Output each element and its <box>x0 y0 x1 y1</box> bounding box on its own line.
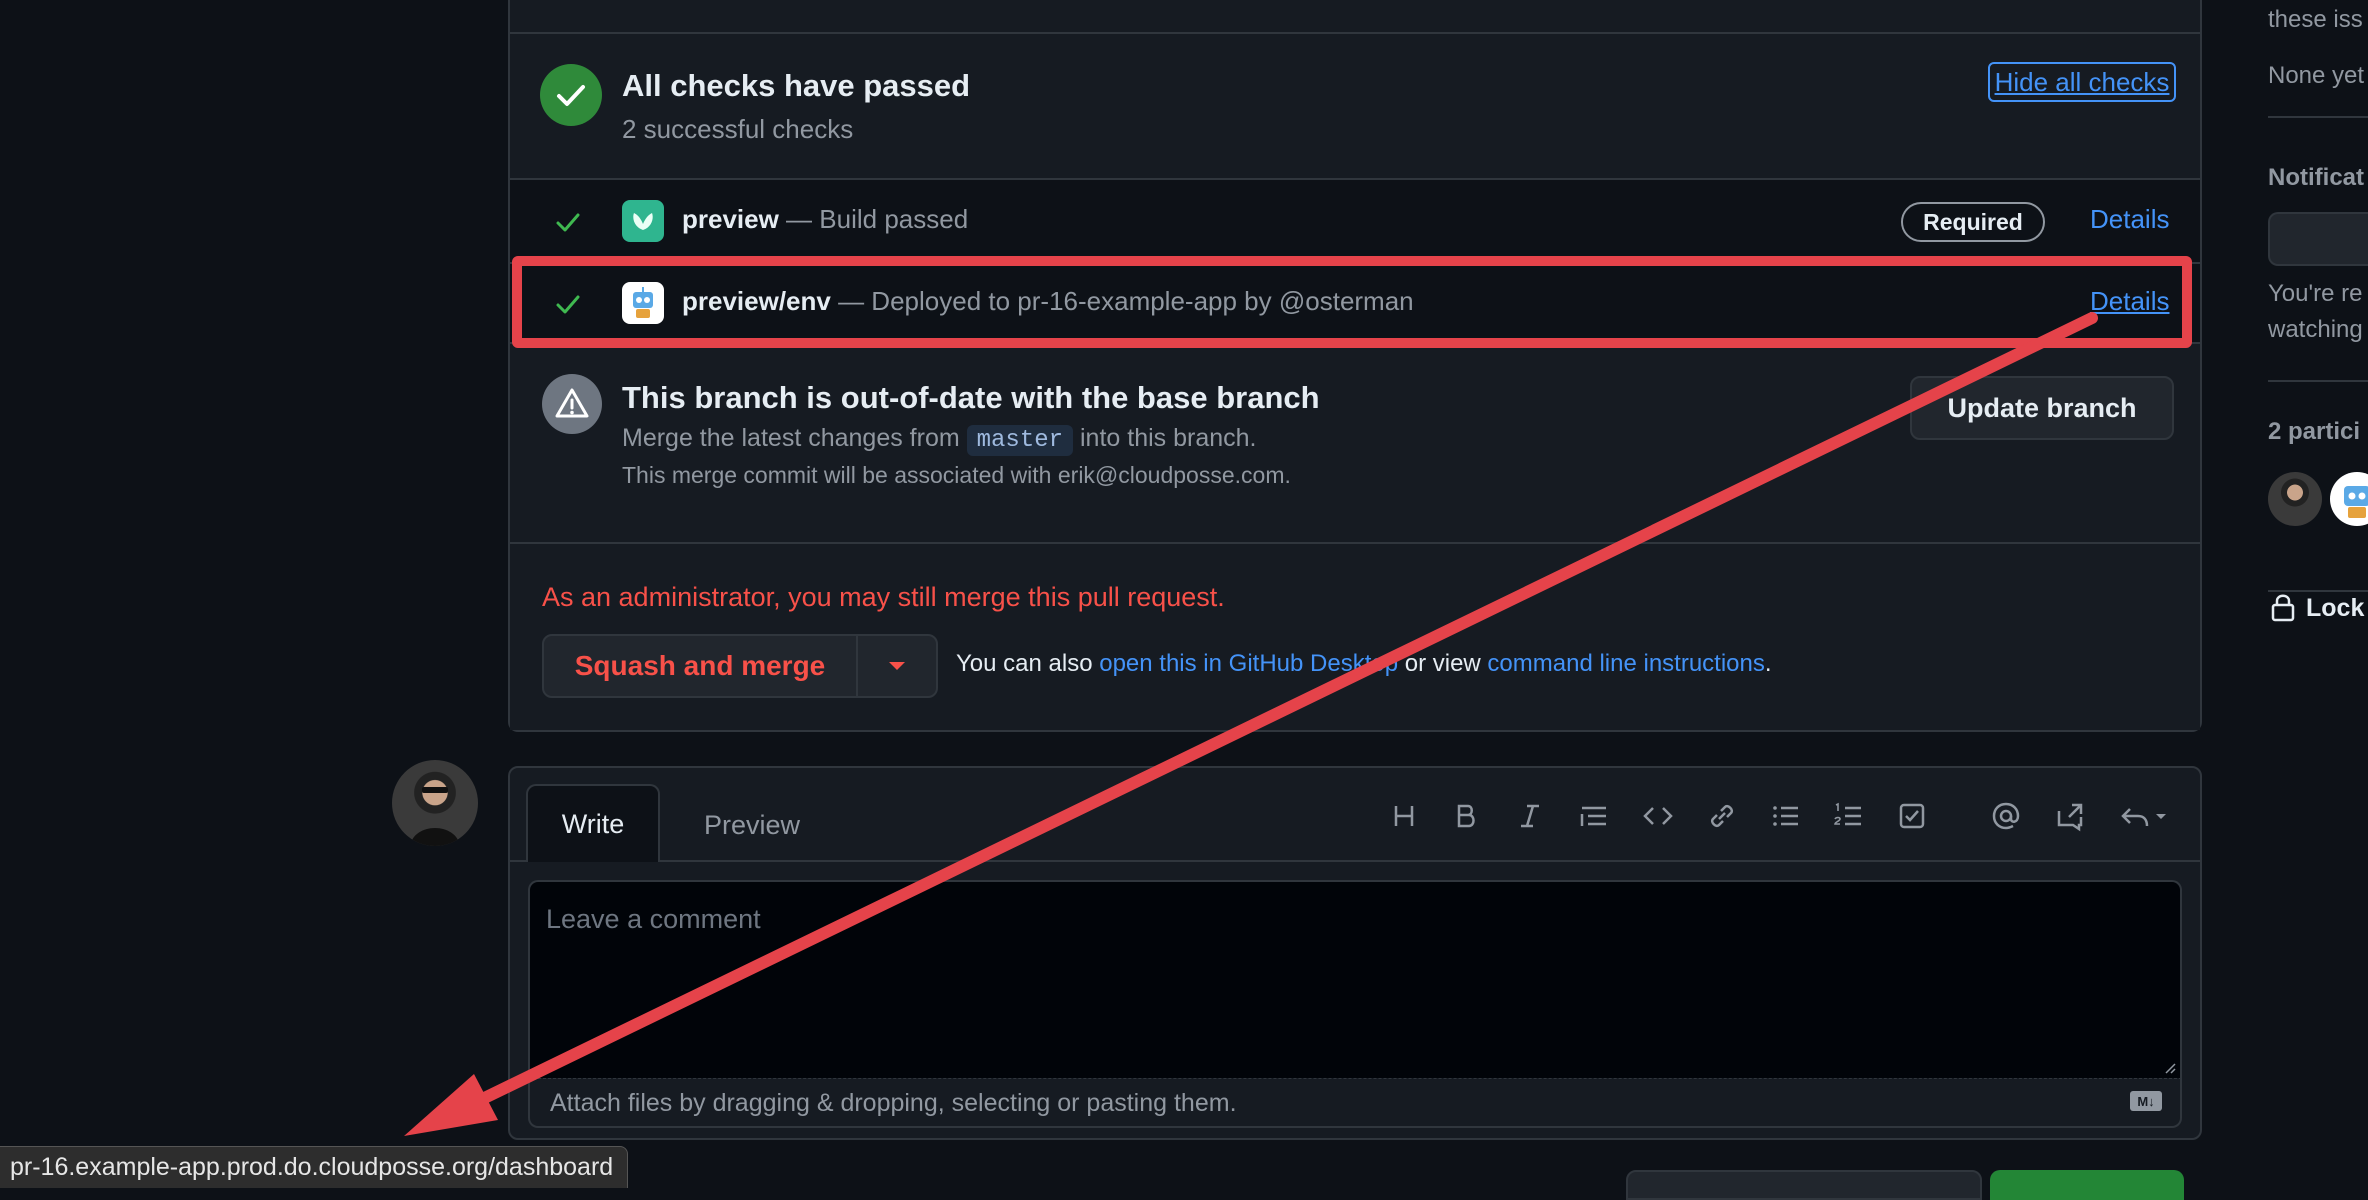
divider <box>510 860 2200 862</box>
text: . <box>1764 650 1772 677</box>
admin-notice: As an administrator, you may still merge… <box>542 582 1225 612</box>
divider <box>510 32 2200 34</box>
saved-replies-icon[interactable] <box>2116 798 2180 834</box>
check-row-preview: preview — Build passed <box>682 204 968 235</box>
divider <box>2268 380 2368 382</box>
hide-all-checks-button[interactable]: Hide all checks <box>1988 62 2176 102</box>
participants-heading: 2 partici <box>2268 418 2361 445</box>
attach-instructions: Attach files by dragging & dropping, sel… <box>550 1089 1237 1117</box>
branch-name: master <box>966 425 1074 456</box>
divider <box>510 178 2200 180</box>
cli-instructions-link[interactable]: command line instructions <box>1487 650 1764 677</box>
divider <box>2268 116 2368 118</box>
highlight-box <box>512 256 2192 348</box>
merge-alternatives: You can also open this in GitHub Desktop… <box>956 650 1772 678</box>
checks-subtitle: 2 successful checks <box>622 114 854 144</box>
mention-icon[interactable] <box>1988 798 2024 834</box>
markdown-icon: M↓ <box>2130 1091 2162 1111</box>
subscribe-button[interactable] <box>2268 212 2368 266</box>
branch-status-title: This branch is out-of-date with the base… <box>622 380 1320 415</box>
italic-icon[interactable] <box>1512 798 1548 834</box>
close-pull-request-button[interactable] <box>1626 1170 1982 1200</box>
squash-and-merge-button[interactable]: Squash and merge <box>544 636 856 696</box>
app-logo-icon <box>622 200 664 242</box>
tab-write[interactable]: Write <box>526 784 660 862</box>
check-icon <box>554 208 582 236</box>
text: You can also <box>956 650 1100 677</box>
comment-textarea[interactable]: Leave a comment <box>528 880 2182 1078</box>
comment-button[interactable] <box>1990 1170 2184 1200</box>
checks-passed-icon <box>540 64 602 126</box>
watching-line-2: watching <box>2268 316 2363 343</box>
check-name: preview <box>682 204 779 234</box>
details-link[interactable]: Details <box>2090 204 2169 235</box>
comment-placeholder: Leave a comment <box>546 904 761 934</box>
code-icon[interactable] <box>1640 798 1676 834</box>
task-list-icon[interactable] <box>1894 798 1930 834</box>
text: or view <box>1398 650 1488 677</box>
warning-icon <box>542 374 602 434</box>
tab-preview[interactable]: Preview <box>704 810 800 841</box>
lock-icon[interactable] <box>2270 592 2296 622</box>
merge-method-dropdown[interactable] <box>858 636 936 696</box>
sidebar-issues-text: these iss <box>2268 6 2363 33</box>
avatar[interactable] <box>392 760 478 846</box>
text: Merge the latest changes from <box>622 424 967 452</box>
checks-title: All checks have passed <box>622 68 971 103</box>
merge-button-group: Squash and merge <box>542 634 938 698</box>
update-branch-button[interactable]: Update branch <box>1910 376 2174 440</box>
participant-bot-avatar[interactable] <box>2330 472 2368 526</box>
bold-icon[interactable] <box>1448 798 1484 834</box>
check-description: — Build passed <box>778 204 969 234</box>
heading-icon[interactable] <box>1386 798 1422 834</box>
sidebar-none-yet: None yet <box>2268 62 2365 89</box>
text: into this branch. <box>1073 424 1257 452</box>
branch-status-line: Merge the latest changes from master int… <box>622 424 1257 456</box>
quote-icon[interactable] <box>1576 798 1612 834</box>
lock-conversation-link[interactable]: Lock <box>2306 594 2364 623</box>
merge-commit-email-note: This merge commit will be associated wit… <box>622 462 1291 488</box>
ordered-list-icon[interactable] <box>1830 798 1866 834</box>
resize-handle-icon[interactable] <box>2162 1060 2176 1074</box>
link-icon[interactable] <box>1704 798 1740 834</box>
file-attach-zone[interactable]: Attach files by dragging & dropping, sel… <box>528 1078 2182 1128</box>
participant-avatar[interactable] <box>2268 472 2322 526</box>
merge-box: All checks have passed 2 successful chec… <box>508 0 2202 732</box>
caret-down-icon <box>889 662 905 670</box>
cross-reference-icon[interactable] <box>2052 798 2088 834</box>
required-badge: Required <box>1901 202 2045 242</box>
watching-line-1: You're re <box>2268 280 2363 307</box>
comment-box: Write Preview Leave a comment Attach fil… <box>508 766 2202 1140</box>
notifications-heading: Notificat <box>2268 164 2364 191</box>
github-desktop-link[interactable]: open this in GitHub Desktop <box>1099 650 1398 677</box>
status-bar-url: pr-16.example-app.prod.do.cloudposse.org… <box>0 1146 629 1188</box>
unordered-list-icon[interactable] <box>1768 798 1804 834</box>
